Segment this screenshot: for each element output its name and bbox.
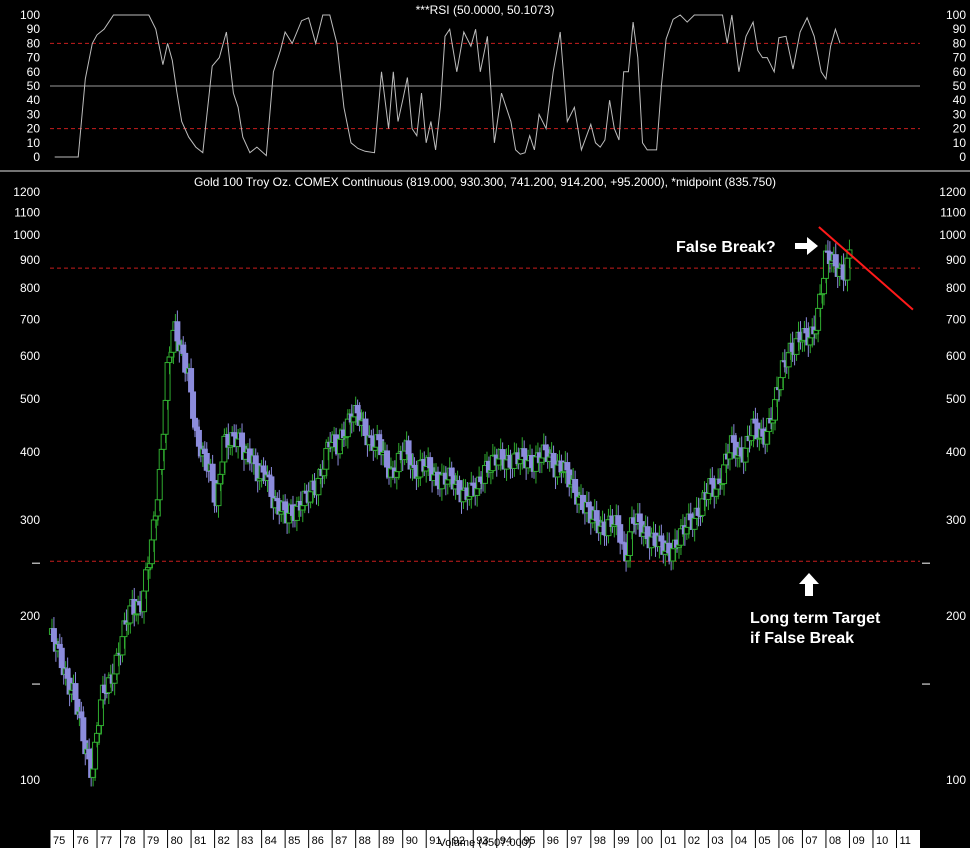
- price-ytick-label-right: 1000: [939, 228, 966, 242]
- rsi-ytick-label-right: 80: [953, 36, 967, 50]
- price-ytick-label-right: 800: [946, 281, 966, 295]
- volume-label: Volume (4507.000): [439, 837, 532, 848]
- x-axis-tick-label: 08: [829, 835, 841, 847]
- rsi-ytick-label-right: 10: [953, 136, 967, 150]
- price-ytick-label-left: 200: [20, 609, 40, 623]
- rsi-ytick-label-right: 50: [953, 79, 967, 93]
- x-axis-tick-label: 05: [758, 835, 770, 847]
- target-text-line1: Long term Target: [750, 610, 881, 627]
- rsi-ytick-label-left: 30: [27, 107, 41, 121]
- x-axis-tick-label: 07: [805, 835, 817, 847]
- price-ytick-label-left: 400: [20, 445, 40, 459]
- x-axis-tick-label: 90: [406, 835, 418, 847]
- x-axis-tick-label: 75: [53, 835, 65, 847]
- x-axis-tick-label: 82: [218, 835, 230, 847]
- rsi-ytick-label-right: 20: [953, 122, 967, 136]
- x-axis-tick-label: 86: [312, 835, 324, 847]
- rsi-ytick-label-left: 40: [27, 93, 41, 107]
- x-axis-tick-label: 98: [594, 835, 606, 847]
- price-ytick-label-right: 600: [946, 349, 966, 363]
- price-ytick-label-left: 1100: [14, 206, 40, 220]
- price-ytick-label-right: 700: [946, 313, 966, 327]
- x-axis-tick-label: 80: [171, 835, 183, 847]
- chart-background: [0, 0, 970, 848]
- x-axis-tick-label: 04: [735, 835, 747, 847]
- rsi-ytick-label-left: 50: [27, 79, 41, 93]
- rsi-title: ***RSI (50.0000, 50.1073): [416, 3, 555, 17]
- rsi-ytick-label-right: 60: [953, 65, 967, 79]
- price-ytick-label-left: 1200: [13, 185, 40, 199]
- rsi-ytick-label-left: 10: [27, 136, 41, 150]
- rsi-ytick-label-right: 40: [953, 93, 967, 107]
- rsi-ytick-label-right: 100: [946, 8, 966, 22]
- rsi-ytick-label-left: 60: [27, 65, 41, 79]
- x-axis-tick-label: 84: [265, 835, 277, 847]
- x-axis-tick-label: 76: [77, 835, 89, 847]
- rsi-ytick-label-right: 0: [959, 150, 966, 164]
- rsi-ytick-label-right: 70: [953, 51, 967, 65]
- price-ytick-label-right: 400: [946, 445, 966, 459]
- x-axis-tick-label: 79: [147, 835, 159, 847]
- rsi-ytick-label-right: 30: [953, 107, 967, 121]
- x-axis-tick-label: 81: [194, 835, 206, 847]
- rsi-ytick-label-left: 20: [27, 122, 41, 136]
- x-axis: 75 76 77 78 79 80 81 82 83 84 85 86 87 88 89 90 91 92 93 94…: [49, 830, 920, 848]
- x-axis-tick-label: 01: [664, 835, 676, 847]
- x-axis-tick-label: 77: [100, 835, 112, 847]
- rsi-ytick-label-left: 100: [20, 8, 40, 22]
- target-text-line2: if False Break: [750, 630, 854, 647]
- rsi-ytick-label-left: 0: [33, 150, 40, 164]
- x-axis-tick-label: 85: [288, 835, 300, 847]
- price-ytick-label-right: 1100: [940, 206, 966, 220]
- price-ytick-label-left: 100: [20, 773, 40, 787]
- price-ytick-label-left: 700: [20, 313, 40, 327]
- price-ytick-label-left: 500: [20, 392, 40, 406]
- x-axis-tick-label: 78: [124, 835, 136, 847]
- gold-rsi-chart: ***RSI (50.0000, 50.1073) 01020304050607…: [0, 0, 970, 848]
- rsi-ytick-label-right: 90: [953, 22, 967, 36]
- x-axis-tick-label: 96: [547, 835, 559, 847]
- price-ytick-label-right: 300: [946, 513, 966, 527]
- x-axis-tick-label: 02: [688, 835, 700, 847]
- x-axis-tick-label: 00: [641, 835, 653, 847]
- price-ytick-label-right: 500: [946, 392, 966, 406]
- price-ytick-label-right: 200: [946, 609, 966, 623]
- x-axis-tick-label: 97: [570, 835, 582, 847]
- x-axis-tick-label: 10: [876, 835, 888, 847]
- x-axis-tick-label: 83: [241, 835, 253, 847]
- x-axis-tick-label: 99: [617, 835, 629, 847]
- x-axis-tick-label: 11: [899, 835, 910, 847]
- x-axis-tick-label: 06: [782, 835, 794, 847]
- price-ytick-label-right: 900: [946, 253, 966, 267]
- rsi-ytick-label-left: 80: [27, 36, 41, 50]
- rsi-ytick-label-left: 70: [27, 51, 41, 65]
- x-axis-tick-label: 09: [852, 835, 864, 847]
- x-axis-tick-label: 89: [382, 835, 394, 847]
- false-break-text: False Break?: [676, 239, 776, 256]
- price-title: Gold 100 Troy Oz. COMEX Continuous (819.…: [194, 175, 776, 189]
- x-axis-tick-label: 88: [359, 835, 371, 847]
- x-axis-tick-label: 03: [711, 835, 723, 847]
- price-ytick-label-left: 800: [20, 281, 40, 295]
- price-ytick-label-left: 600: [20, 349, 40, 363]
- price-ytick-label-left: 1000: [13, 228, 40, 242]
- x-axis-tick-label: 87: [335, 835, 347, 847]
- price-ytick-label-left: 900: [20, 253, 40, 267]
- price-ytick-label-right: 1200: [939, 185, 966, 199]
- price-ytick-label-left: 300: [20, 513, 40, 527]
- price-ytick-label-right: 100: [946, 773, 966, 787]
- rsi-ytick-label-left: 90: [27, 22, 41, 36]
